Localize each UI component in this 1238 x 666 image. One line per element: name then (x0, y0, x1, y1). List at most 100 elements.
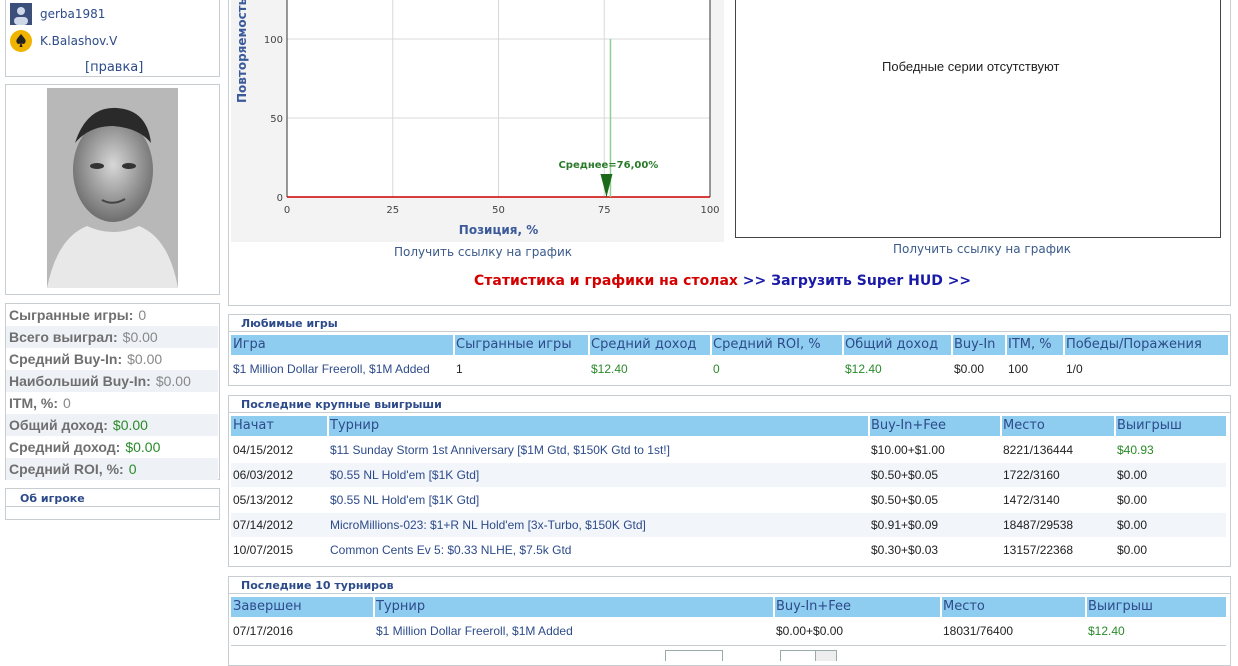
start-date: 07/14/2012 (233, 518, 294, 532)
stat-value: $0.00 (112, 417, 148, 433)
friend-name[interactable]: K.Balashov.V (40, 34, 117, 48)
stat-value: $0.00 (125, 439, 161, 455)
col-finished[interactable]: Завершен (233, 599, 302, 614)
stat-label: ITM, %: (9, 395, 58, 411)
stat-row-games: Сыгранные игры: 0 (6, 304, 218, 326)
col-place[interactable]: Место (1003, 418, 1045, 433)
stat-label: Средний доход: (9, 439, 121, 455)
stat-label: Всего выиграл: (9, 329, 118, 345)
buyin-fee: $0.30+$0.03 (871, 543, 939, 557)
win-streaks-chart (735, 0, 1221, 238)
col-winnings[interactable]: Выигрыш (1117, 418, 1182, 433)
x-tick-label: 0 (284, 205, 290, 216)
col-buyin-fee[interactable]: Buy-In+Fee (871, 418, 946, 433)
user-avatar-icon (10, 3, 32, 25)
col-tournament[interactable]: Турнир (330, 418, 379, 433)
col-winnings[interactable]: Выигрыш (1088, 599, 1153, 614)
tournament-name[interactable]: $0.55 NL Hold'em [$1K Gtd] (330, 468, 479, 482)
table-row: 10/07/2015 Common Cents Ev 5: $0.33 NLHE,… (231, 538, 1226, 562)
stat-row-avg-buyin: Средний Buy-In: $0.00 (6, 348, 218, 370)
tournament-name[interactable]: MicroMillions-023: $1+R NL Hold'em [3x-T… (330, 518, 646, 532)
avg-roi: 0 (713, 362, 720, 376)
stat-label: Сыгранные игры: (9, 307, 134, 323)
finished-date: 07/17/2016 (233, 624, 294, 638)
start-date: 04/15/2012 (233, 443, 294, 457)
position-histogram: 0 25 50 75 100 0 50 100 Среднее=76,00% Позиция, %… (235, 0, 720, 237)
y-tick-label: 100 (264, 35, 283, 46)
game-name[interactable]: $1 Million Dollar Freeroll, $1M Added (233, 362, 430, 376)
stat-label: Наибольший Buy-In: (9, 373, 151, 389)
last-tournaments-title: Последние 10 турниров (241, 579, 394, 592)
y-tick-label: 50 (270, 114, 283, 125)
itm: 100 (1008, 362, 1029, 376)
big-wins-header: Начат Турнир Buy-In+Fee Место Выигрыш (231, 416, 1226, 436)
x-tick-label: 100 (700, 205, 719, 216)
place: 1722/3160 (1003, 468, 1060, 482)
big-wins-header-line (229, 412, 1230, 413)
stat-label: Общий доход: (9, 417, 108, 433)
big-wins-title: Последние крупные выигрыши (241, 398, 442, 411)
buyin-fee: $10.00+$1.00 (871, 443, 945, 457)
buyin-fee: $0.50+$0.05 (871, 468, 939, 482)
edit-link[interactable]: [правка] (85, 60, 143, 75)
mean-annotation: Среднее=76,00% (558, 160, 658, 171)
get-chart-link[interactable]: Получить ссылку на график (893, 242, 1071, 256)
stat-row-itm: ITM, %: 0 (6, 392, 218, 414)
winnings: $0.00 (1117, 493, 1148, 507)
friend-item[interactable]: K.Balashov.V (10, 29, 117, 53)
stat-value: 0 (63, 395, 71, 411)
favorite-games-header-line (229, 331, 1230, 332)
winnings: $0.00 (1117, 518, 1148, 532)
col-started[interactable]: Начат (233, 418, 274, 433)
place: 18487/29538 (1003, 518, 1074, 532)
stat-value: $0.00 (155, 373, 191, 389)
col-buyin-fee[interactable]: Buy-In+Fee (776, 599, 851, 614)
stat-value: $0.00 (122, 329, 158, 345)
y-axis-label: Повторяемость (235, 0, 249, 103)
tournament-name[interactable]: $11 Sunday Storm 1st Anniversary [$1M Gt… (330, 443, 670, 457)
winnings: $40.93 (1117, 443, 1154, 457)
last-tournaments-header-line (229, 593, 1230, 594)
tournament-name[interactable]: $0.55 NL Hold'em [$1K Gtd] (330, 493, 479, 507)
x-tick-label: 75 (598, 205, 611, 216)
stat-row-avg-roi: Средний ROI, %: 0 (6, 458, 218, 480)
start-date: 10/07/2015 (233, 543, 294, 557)
winnings: $12.40 (1088, 624, 1125, 638)
place: 13157/22368 (1003, 543, 1074, 557)
tournament-name[interactable]: Common Cents Ev 5: $0.33 NLHE, $7.5k Gtd (330, 543, 571, 557)
col-place[interactable]: Место (943, 599, 985, 614)
x-tick-label: 50 (492, 205, 505, 216)
table-row: 04/15/2012 $11 Sunday Storm 1st Anniversa… (231, 438, 1226, 462)
about-player-title[interactable]: Об игроке (20, 492, 85, 505)
buyin-fee: $0.91+$0.09 (871, 518, 939, 532)
stat-value: 0 (138, 307, 147, 323)
buyin-fee: $0.00+$0.00 (776, 624, 844, 638)
stat-row-total-won: Всего выиграл: $0.00 (6, 326, 218, 348)
download-hud-link[interactable]: >> Загрузить Super HUD >> (743, 273, 971, 289)
promo-stats-link[interactable]: Статистика и графики на столах (474, 273, 738, 289)
table-row: 06/03/2012 $0.55 NL Hold'em [$1K Gtd] $0.5… (231, 463, 1226, 487)
stat-row-max-buyin: Наибольший Buy-In: $0.00 (6, 370, 218, 392)
stat-row-avg-income: Средний доход: $0.00 (6, 436, 218, 458)
table-row: 07/14/2012 MicroMillions-023: $1+R NL Hol… (231, 513, 1226, 537)
col-tournament[interactable]: Турнир (376, 599, 425, 614)
promo-line: Статистика и графики на столах >> Загруз… (474, 273, 971, 289)
stat-label: Средний Buy-In: (9, 351, 123, 367)
y-tick-label: 0 (277, 193, 283, 204)
table-row: 07/17/2016 $1 Million Dollar Freeroll, $… (231, 619, 1226, 643)
total-income: $12.40 (845, 362, 882, 376)
header-dividers (231, 335, 1228, 355)
no-streaks-text: Победные серии отсутствуют (882, 59, 1060, 74)
table-footer-line (231, 645, 1226, 646)
table-row: $1 Million Dollar Freeroll, $1M Added 1 … (231, 357, 1228, 381)
position-chart: 0 25 50 75 100 0 50 100 Среднее=76,00% Позиция, %… (231, 0, 724, 242)
winnings: $0.00 (1117, 543, 1148, 557)
x-axis-label: Позиция, % (459, 223, 538, 237)
friend-item[interactable]: gerba1981 (10, 2, 105, 26)
get-chart-link[interactable]: Получить ссылку на график (394, 245, 572, 259)
tournament-name[interactable]: $1 Million Dollar Freeroll, $1M Added (376, 624, 573, 638)
spade-avatar-icon (10, 30, 32, 52)
x-tick-label: 25 (386, 205, 399, 216)
friend-name[interactable]: gerba1981 (40, 7, 105, 21)
favorite-games-title: Любимые игры (241, 317, 338, 330)
